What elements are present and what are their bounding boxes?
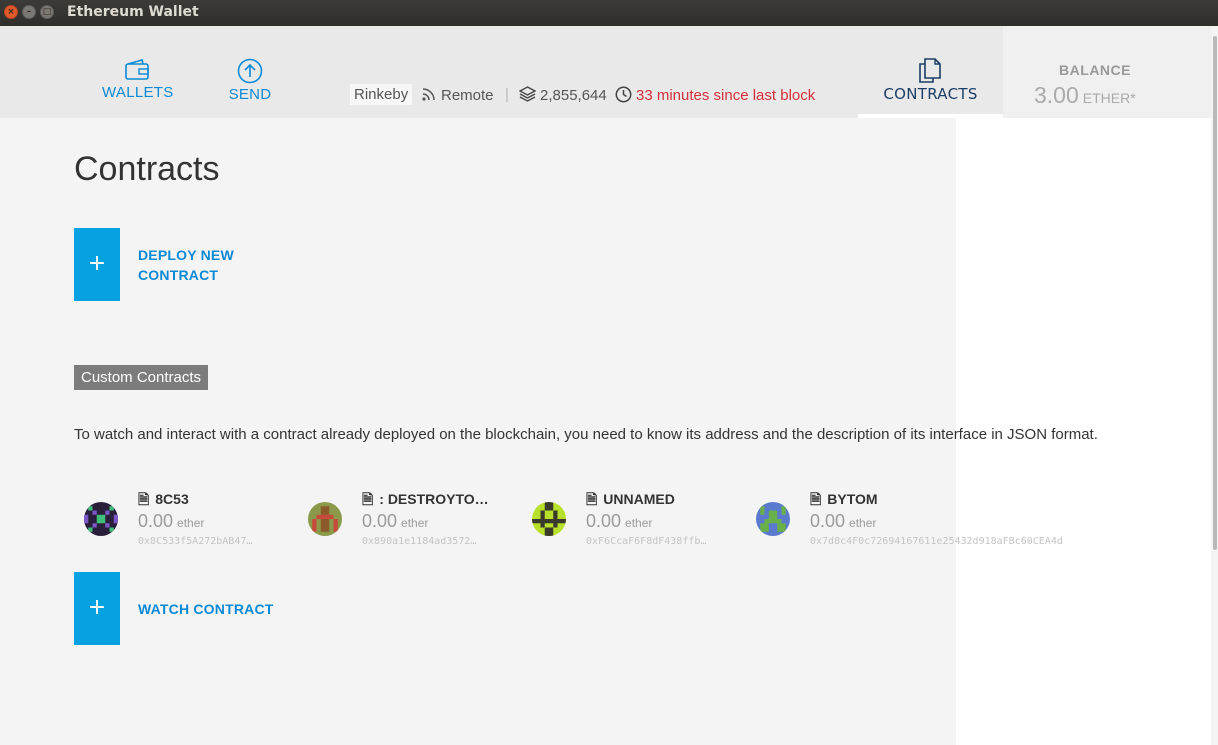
identicon	[84, 502, 118, 536]
contract-item[interactable]: 🗎 : DESTROYTO… 0.00 ether 0x890a1e1184ad35…	[308, 488, 528, 552]
maximize-icon[interactable]: □	[40, 5, 54, 19]
watch-contract-link[interactable]: WATCH CONTRACT	[138, 599, 274, 619]
document-icon: 🗎	[586, 491, 598, 507]
deploy-contract-link[interactable]: DEPLOY NEW CONTRACT	[138, 245, 258, 285]
send-icon	[237, 58, 263, 84]
contract-name-text: 8C53	[155, 491, 189, 507]
window-titlebar: × – □ Ethereum Wallet	[0, 0, 1218, 26]
block-number-value: 2,855,644	[540, 87, 607, 104]
wallet-icon	[125, 59, 149, 80]
window-title: Ethereum Wallet	[67, 4, 199, 20]
status-separator: |	[505, 86, 509, 103]
contract-balance: 0.00 ether	[138, 511, 204, 532]
close-icon[interactable]: ×	[4, 5, 18, 19]
contract-balance-value: 0.00	[138, 511, 174, 531]
network-badge: Rinkeby	[350, 84, 413, 105]
document-icon: 🗎	[362, 491, 374, 507]
nav-contracts[interactable]: CONTRACTS	[858, 26, 1003, 118]
deploy-contract-button[interactable]: +	[74, 228, 120, 301]
contract-name-text: : DESTROYTO…	[379, 491, 489, 507]
document-icon: 🗎	[138, 491, 150, 507]
contract-address: 0xF6CcaF6F8dF438ffb…	[586, 536, 707, 547]
contract-balance-unit: ether	[401, 516, 429, 530]
contract-name: 🗎 UNNAMED	[586, 489, 675, 513]
contracts-icon	[919, 58, 941, 83]
contract-balance: 0.00 ether	[586, 511, 652, 532]
contract-item[interactable]: 🗎 UNNAMED 0.00 ether 0xF6CcaF6F8dF438ffb…	[532, 488, 752, 552]
clock-icon	[615, 86, 632, 103]
contract-address: 0x8C533f5A272bAB47…	[138, 536, 253, 547]
nav-contracts-label: CONTRACTS	[883, 85, 978, 103]
nav-wallets-label: WALLETS	[102, 84, 174, 101]
custom-contracts-description: To watch and interact with a contract al…	[74, 426, 1098, 443]
last-block-text: 33 minutes since last block	[636, 87, 816, 104]
contract-balance-unit: ether	[625, 516, 653, 530]
contract-name: 🗎 BYTOM	[810, 489, 878, 513]
document-icon: 🗎	[810, 491, 822, 507]
minimize-icon[interactable]: –	[22, 5, 36, 19]
contract-item[interactable]: 🗎 BYTOM 0.00 ether 0x7d8c4F0c72694167611e2…	[756, 488, 1063, 552]
contract-item[interactable]: 🗎 8C53 0.00 ether 0x8C533f5A272bAB47…	[84, 488, 304, 552]
block-number: 2,855,644	[518, 86, 607, 104]
identicon	[532, 502, 566, 536]
contract-balance-value: 0.00	[810, 511, 846, 531]
watch-contract-button[interactable]: +	[74, 572, 120, 645]
contract-balance: 0.00 ether	[810, 511, 876, 532]
node-status: Remote	[421, 86, 494, 104]
contract-name-text: BYTOM	[827, 491, 878, 507]
contract-balance-unit: ether	[849, 516, 877, 530]
scrollbar-thumb[interactable]	[1213, 36, 1217, 550]
rss-icon	[422, 88, 435, 101]
balance-unit: ETHER*	[1082, 90, 1136, 106]
contract-address: 0x7d8c4F0c72694167611e25432d918aFBc60CEA…	[810, 536, 1063, 547]
nav-send[interactable]: SEND	[222, 58, 278, 104]
identicon	[308, 502, 342, 536]
nav-wallets[interactable]: WALLETS	[102, 58, 174, 102]
contract-balance: 0.00 ether	[362, 511, 428, 532]
identicon	[756, 502, 790, 536]
contract-balance-value: 0.00	[362, 511, 398, 531]
node-type: Remote	[441, 87, 494, 104]
contract-name: 🗎 8C53	[138, 489, 189, 513]
balance-amount: 3.00	[1034, 82, 1079, 108]
contract-balance-value: 0.00	[586, 511, 622, 531]
balance-label: BALANCE	[1059, 62, 1131, 78]
contract-address: 0x890a1e1184ad3572…	[362, 536, 477, 547]
contract-balance-unit: ether	[177, 516, 205, 530]
contract-name-text: UNNAMED	[603, 491, 675, 507]
layers-icon	[518, 86, 537, 102]
custom-contracts-badge: Custom Contracts	[74, 365, 209, 390]
nav-send-label: SEND	[228, 86, 272, 103]
balance-value: 3.00 ETHER*	[1034, 82, 1136, 109]
last-block-time: 33 minutes since last block	[615, 86, 815, 104]
page-title: Contracts	[74, 150, 220, 188]
contract-name: 🗎 : DESTROYTO…	[362, 489, 489, 513]
